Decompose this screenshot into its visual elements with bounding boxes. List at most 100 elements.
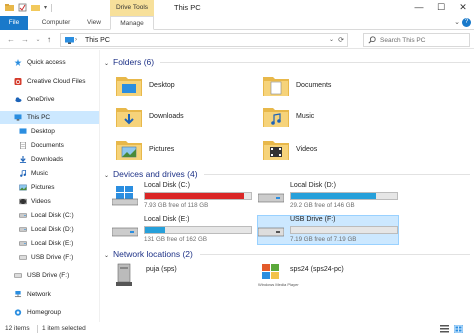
ribbon-expand-icon[interactable]: ⌄ — [454, 18, 460, 26]
address-row: ← → ⌄ ↑ › This PC ⌄ ⟳ Search This PC — [0, 31, 474, 49]
sidebar-item-this-pc[interactable]: This PC — [0, 111, 99, 124]
recent-locations-button[interactable]: ⌄ — [33, 34, 43, 46]
sidebar-item-label: Music — [31, 170, 48, 177]
sidebar-item-label: OneDrive — [27, 96, 55, 103]
sidebar-item-downloads[interactable]: Downloads — [0, 153, 99, 166]
sidebar-item-label: Local Disk (C:) — [31, 212, 74, 219]
content-pane: ⌄ Folders (6) Desktop Documents Downloads… — [104, 50, 474, 322]
usb-icon — [19, 255, 27, 260]
tab-manage[interactable]: Manage — [110, 16, 154, 30]
folder-item-documents[interactable]: Documents — [263, 72, 393, 100]
sidebar-item-local-disk-c[interactable]: Local Disk (C:) — [0, 209, 99, 222]
new-folder-icon[interactable] — [31, 3, 40, 12]
drive-tools-context-tab: Drive Tools — [110, 0, 154, 16]
drive-free-space: 7.19 GB free of 7.19 GB — [290, 236, 357, 243]
sidebar-item-label: USB Drive (F:) — [31, 254, 74, 261]
folder-icon[interactable] — [5, 3, 14, 12]
maximize-button[interactable]: ☐ — [430, 0, 452, 16]
drive-free-space: 29.2 GB free of 146 GB — [290, 202, 355, 209]
sidebar-item-local-disk-e[interactable]: Local Disk (E:) — [0, 237, 99, 250]
drive-item-local-disk-c[interactable]: Local Disk (C:) 7.93 GB free of 118 GB — [112, 182, 254, 212]
group-header-folders[interactable]: ⌄ Folders (6) — [104, 55, 154, 69]
tab-file[interactable]: File — [0, 16, 28, 30]
quick-access-toolbar: ▾ — [5, 3, 53, 12]
sidebar-item-homegroup[interactable]: Homegroup — [0, 306, 99, 319]
collapse-icon[interactable]: ⌄ — [104, 169, 113, 183]
breadcrumb-this-pc[interactable]: This PC — [85, 34, 110, 47]
sidebar-item-desktop[interactable]: Desktop — [0, 125, 99, 138]
search-input[interactable]: Search This PC — [380, 34, 425, 47]
sidebar-item-music[interactable]: Music — [0, 167, 99, 180]
customize-toolbar-icon[interactable]: ▾ — [44, 4, 47, 11]
sidebar-item-usb-drive-f[interactable]: USB Drive (F:) — [0, 251, 99, 264]
sidebar-item-onedrive[interactable]: OneDrive — [0, 93, 99, 106]
drive-usage-bar — [144, 226, 252, 234]
disk-icon — [19, 241, 27, 246]
folder-item-downloads[interactable]: Downloads — [116, 103, 246, 131]
drive-item-local-disk-e[interactable]: Local Disk (E:) 131 GB free of 162 GB — [112, 216, 254, 246]
drive-item-local-disk-d[interactable]: Local Disk (D:) 29.2 GB free of 146 GB — [258, 182, 400, 212]
windows-disk-icon — [112, 186, 138, 206]
address-dropdown-icon[interactable]: ⌄ — [329, 34, 334, 47]
navigation-pane: Quick access Creative Cloud Files OneDri… — [0, 50, 100, 322]
documents-folder-icon — [263, 77, 289, 96]
sidebar-item-pictures[interactable]: Pictures — [0, 181, 99, 194]
disk-icon — [112, 227, 138, 237]
window-title: This PC — [174, 3, 201, 12]
videos-icon — [19, 198, 27, 205]
sidebar-item-network[interactable]: Network — [0, 288, 99, 301]
sidebar-item-label: Documents — [31, 142, 64, 149]
folder-label: Videos — [296, 146, 318, 153]
usb-icon — [14, 273, 22, 278]
sidebar-item-quick-access[interactable]: Quick access — [0, 56, 99, 69]
onedrive-icon — [15, 97, 22, 103]
tab-view[interactable]: View — [82, 16, 106, 30]
folder-item-videos[interactable]: Videos — [263, 136, 393, 164]
creative-cloud-icon — [14, 78, 22, 85]
properties-icon[interactable] — [18, 3, 27, 12]
pc-icon — [14, 114, 22, 121]
drive-usage-bar — [290, 192, 398, 200]
tab-computer[interactable]: Computer — [36, 16, 76, 30]
search-icon — [368, 36, 376, 44]
group-header-network[interactable]: ⌄ Network locations (2) — [104, 247, 193, 261]
sidebar-item-creative-cloud[interactable]: Creative Cloud Files — [0, 75, 99, 88]
disk-icon — [19, 213, 27, 218]
close-button[interactable]: ✕ — [452, 0, 474, 16]
sidebar-item-label: Local Disk (E:) — [31, 240, 74, 247]
tiles-view-icon[interactable] — [454, 325, 463, 333]
sidebar-item-label: Pictures — [31, 184, 55, 191]
search-box[interactable]: Search This PC — [363, 33, 470, 47]
folder-item-pictures[interactable]: Pictures — [116, 136, 246, 164]
sidebar-item-label: Quick access — [27, 59, 66, 66]
sidebar-item-videos[interactable]: Videos — [0, 195, 99, 208]
sidebar-item-documents[interactable]: Documents — [0, 139, 99, 152]
network-item-sps24[interactable]: sps24 (sps24-pc) Windows Media Player — [258, 262, 388, 290]
group-header-devices[interactable]: ⌄ Devices and drives (4) — [104, 167, 198, 181]
help-button[interactable]: ? — [462, 18, 471, 27]
item-count: 12 items — [5, 325, 30, 332]
folder-label: Downloads — [149, 113, 184, 120]
sidebar-item-local-disk-d[interactable]: Local Disk (D:) — [0, 223, 99, 236]
up-button[interactable]: ↑ — [44, 34, 54, 46]
network-icon — [14, 291, 22, 298]
folder-item-desktop[interactable]: Desktop — [116, 72, 246, 100]
star-icon — [14, 59, 22, 66]
sidebar-item-usb-drive-f-root[interactable]: USB Drive (F:) — [0, 269, 99, 282]
network-item-puja[interactable]: puja (sps) — [114, 262, 244, 290]
drive-item-usb-drive-f[interactable]: USB Drive (F:) 7.19 GB free of 7.19 GB — [257, 215, 399, 245]
details-view-icon[interactable] — [440, 325, 449, 333]
refresh-button[interactable]: ⟳ — [338, 34, 344, 47]
network-item-label: sps24 (sps24-pc) — [290, 266, 344, 273]
collapse-icon[interactable]: ⌄ — [104, 249, 113, 263]
forward-button[interactable]: → — [20, 34, 30, 46]
music-folder-icon — [263, 108, 289, 127]
collapse-icon[interactable]: ⌄ — [104, 57, 113, 71]
drive-name: Local Disk (D:) — [290, 182, 336, 189]
folder-label: Desktop — [149, 82, 175, 89]
address-bar[interactable]: › This PC ⌄ ⟳ — [60, 33, 348, 47]
selection-count: 1 item selected — [42, 325, 86, 332]
minimize-button[interactable]: — — [408, 0, 430, 16]
folder-item-music[interactable]: Music — [263, 103, 393, 131]
back-button[interactable]: ← — [6, 34, 16, 46]
